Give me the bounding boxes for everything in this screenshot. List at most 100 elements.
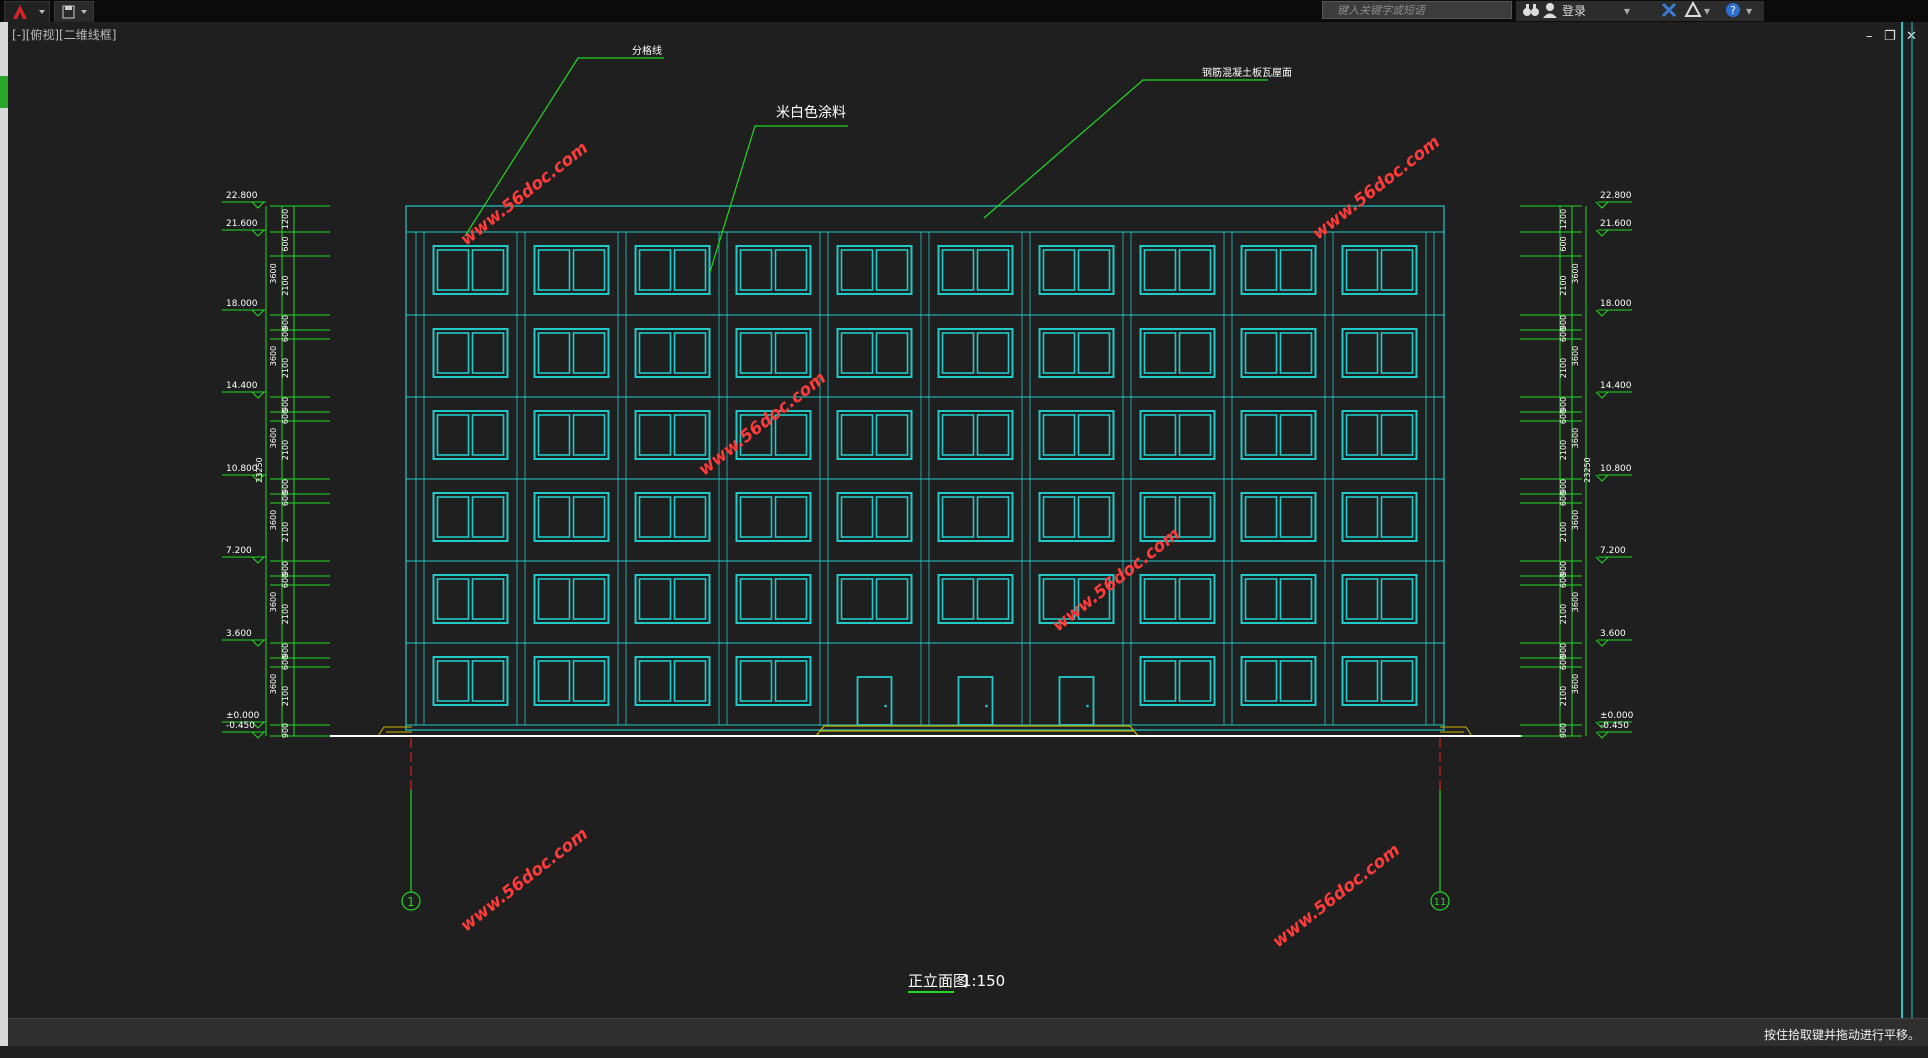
elevation-marker [1595, 309, 1609, 317]
window [1240, 410, 1317, 460]
segment-dim-label: 2100 [1559, 604, 1568, 624]
window [1038, 492, 1115, 542]
segment-dim-label: 600 [1559, 409, 1568, 424]
window [1139, 245, 1216, 295]
side-steps-left [377, 726, 412, 737]
segment-dim-label: 2100 [281, 440, 290, 460]
elevation-marker [251, 731, 265, 739]
elevation-marker [251, 201, 265, 209]
story-dim-label: 3600 [269, 346, 278, 366]
watermark-text: www.56doc.com [1309, 132, 1444, 244]
window-sash [673, 496, 707, 538]
segment-dim-label: 600 [1559, 327, 1568, 342]
window [937, 492, 1014, 542]
window-sash [1178, 496, 1212, 538]
elevation-marker [1595, 391, 1609, 399]
window-sash [840, 578, 874, 620]
window-sash [739, 332, 773, 374]
window-sash [774, 332, 808, 374]
elevation-label: 18.000 [1600, 299, 1632, 309]
segment-dim-label: 600 [281, 573, 290, 588]
segment-dim-label: 600 [1559, 573, 1568, 588]
drawing-title: 正立面图 1:150 [908, 972, 1005, 993]
elevation-label: 10.800 [1600, 464, 1632, 474]
window-sash [572, 414, 606, 456]
window-sash [941, 578, 975, 620]
elevation-marker [1595, 229, 1609, 237]
window [1240, 574, 1317, 624]
window [1038, 245, 1115, 295]
segment-dim-label: 2100 [281, 358, 290, 378]
window-sash [537, 660, 571, 702]
elevation-drawing: 22.800 21.600 18.000 14.400 10.800 7.200 3.600… [222, 22, 1913, 1018]
segment-dim-label: 900 [1559, 723, 1568, 738]
window-sash [471, 660, 505, 702]
annotation-parapet-text: 分格线 [632, 44, 662, 57]
axis-marker-left: 1 [401, 738, 421, 911]
elevation-marker [251, 309, 265, 317]
segment-dim-label: 600 [281, 655, 290, 670]
window-sash [1244, 578, 1278, 620]
facade-outline [405, 205, 1445, 731]
story-dim-label: 3600 [1571, 674, 1580, 694]
window-sash [638, 332, 672, 374]
window [1341, 656, 1418, 706]
window-sash [673, 660, 707, 702]
window-sash [1077, 496, 1111, 538]
window-sash [572, 660, 606, 702]
window-sash [1380, 249, 1414, 291]
elevation-marker [1595, 474, 1609, 482]
window [432, 492, 509, 542]
elevation-marker [1595, 556, 1609, 564]
segment-dim-label: 600 [281, 236, 290, 251]
elevation-marker [251, 556, 265, 564]
door-handle [1086, 704, 1089, 708]
segment-dim-label: 2100 [281, 522, 290, 542]
segment-dim-label: 1200 [1559, 209, 1568, 229]
elevation-label: 22.800 [1600, 191, 1632, 201]
watermark-text: www.56doc.com [457, 824, 592, 936]
window-sash [1042, 332, 1076, 374]
segment-dim-label: 2100 [1559, 522, 1568, 542]
window [1139, 410, 1216, 460]
window [634, 574, 711, 624]
segment-dim-label: 1200 [281, 209, 290, 229]
window-sash [1178, 332, 1212, 374]
window-sash [1279, 249, 1313, 291]
window-sash [1244, 414, 1278, 456]
window [533, 328, 610, 378]
window-sash [1077, 414, 1111, 456]
window-sash [1345, 578, 1379, 620]
window [836, 328, 913, 378]
segment-dim-label: 600 [281, 409, 290, 424]
elevation-label: ±0.000 [1600, 711, 1634, 721]
story-dim-label: 3600 [269, 263, 278, 283]
watermark-text: www.56doc.com [1269, 840, 1404, 952]
annotation-roof-text: 钢筋混凝土板瓦屋面 [1202, 66, 1292, 79]
window-sash [471, 496, 505, 538]
segment-dim-label: 2100 [1559, 686, 1568, 706]
annotation-roof: 钢筋混凝土板瓦屋面 [983, 66, 1292, 219]
window-sash [572, 332, 606, 374]
window-sash [774, 249, 808, 291]
window-sash [774, 660, 808, 702]
window [836, 574, 913, 624]
window-sash [1178, 578, 1212, 620]
window-sash [976, 332, 1010, 374]
window-sash [1042, 249, 1076, 291]
watermark-text: www.56doc.com [457, 138, 592, 250]
window [432, 410, 509, 460]
window-sash [875, 249, 909, 291]
window-sash [1279, 578, 1313, 620]
window-sash [941, 332, 975, 374]
window-sash [774, 496, 808, 538]
axis-label-left: 1 [407, 895, 415, 909]
status-bar: 按住拾取键并拖动进行平移。 [8, 1018, 1928, 1047]
window-sash [673, 578, 707, 620]
window-sash [436, 332, 470, 374]
door-handle [884, 704, 887, 708]
window-sash [1380, 414, 1414, 456]
window-sash [1143, 249, 1177, 291]
window-sash [1042, 496, 1076, 538]
side-steps-right [1440, 726, 1473, 737]
